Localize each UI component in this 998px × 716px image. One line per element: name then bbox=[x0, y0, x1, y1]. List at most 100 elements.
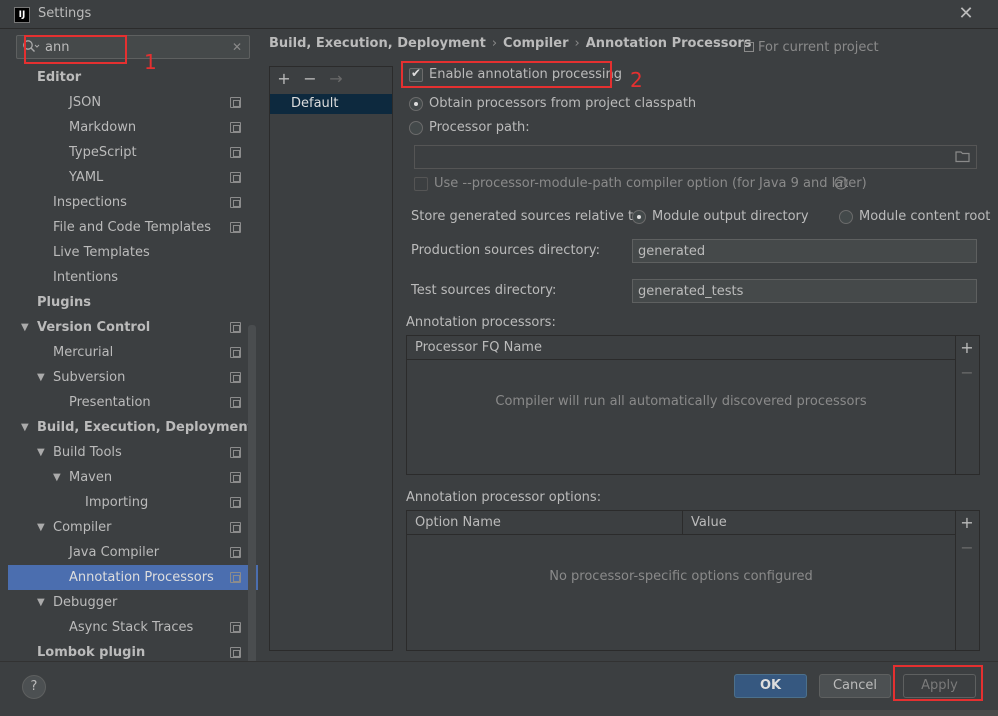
annotation-box-enable bbox=[401, 61, 612, 88]
project-scope-icon bbox=[230, 622, 241, 633]
radio-unselected[interactable] bbox=[409, 121, 423, 135]
sidebar-item-inspections[interactable]: Inspections bbox=[8, 190, 258, 215]
sidebar-item-label: TypeScript bbox=[69, 145, 137, 160]
processor-options-table[interactable]: Option Name Value No processor-specific … bbox=[406, 510, 980, 651]
checkbox-unchecked[interactable] bbox=[414, 177, 428, 191]
sidebar-item-label: Version Control bbox=[37, 320, 151, 335]
move-profile-button[interactable]: → bbox=[326, 69, 346, 89]
sidebar-item-yaml[interactable]: YAML bbox=[8, 165, 258, 190]
sidebar-item-debugger[interactable]: ▼ Debugger bbox=[8, 590, 258, 615]
expand-arrow-icon[interactable]: ▼ bbox=[37, 590, 49, 615]
sidebar-item-build-tools[interactable]: ▼ Build Tools bbox=[8, 440, 258, 465]
sidebar-item-label: Maven bbox=[69, 470, 113, 485]
profiles-toolbar: + − → bbox=[270, 67, 392, 92]
option-value-header[interactable]: Value bbox=[682, 511, 955, 535]
sidebar-item-importing[interactable]: Importing bbox=[8, 490, 258, 515]
breadcrumb-separator: › bbox=[491, 36, 498, 51]
test-dir-input[interactable] bbox=[632, 279, 977, 303]
sidebar-item-label: Presentation bbox=[69, 395, 151, 410]
cancel-button[interactable]: Cancel bbox=[819, 674, 891, 698]
sidebar-item-label: Intentions bbox=[53, 270, 119, 285]
radio-selected[interactable] bbox=[409, 97, 423, 111]
sidebar-item-typescript[interactable]: TypeScript bbox=[8, 140, 258, 165]
sidebar-item-editor[interactable]: Editor bbox=[8, 65, 258, 90]
project-scope-icon bbox=[230, 572, 241, 583]
sidebar-scrollbar[interactable] bbox=[248, 325, 256, 661]
sidebar-item-mercurial[interactable]: Mercurial bbox=[8, 340, 258, 365]
expand-arrow-icon[interactable]: ▼ bbox=[21, 315, 33, 340]
remove-option-button[interactable]: − bbox=[957, 538, 977, 557]
sidebar-item-live-templates[interactable]: Live Templates bbox=[8, 240, 258, 265]
sidebar-item-label: Build Tools bbox=[53, 445, 122, 460]
sidebar-item-json[interactable]: JSON bbox=[8, 90, 258, 115]
sidebar-item-compiler[interactable]: ▼ Compiler bbox=[8, 515, 258, 540]
sidebar-item-label: Compiler bbox=[53, 520, 112, 535]
table-divider bbox=[955, 511, 956, 650]
sidebar-item-label: YAML bbox=[69, 170, 104, 185]
clear-search-icon[interactable]: ✕ bbox=[229, 38, 245, 56]
expand-arrow-icon[interactable]: ▼ bbox=[53, 465, 65, 490]
sidebar-item-maven[interactable]: ▼ Maven bbox=[8, 465, 258, 490]
sidebar-item-label: Plugins bbox=[37, 295, 91, 310]
sidebar-item-intentions[interactable]: Intentions bbox=[8, 265, 258, 290]
profile-default[interactable]: Default bbox=[270, 94, 392, 114]
expand-arrow-icon[interactable]: ▼ bbox=[37, 515, 49, 540]
sidebar-item-label: Markdown bbox=[69, 120, 137, 135]
processor-path-input[interactable] bbox=[414, 145, 977, 169]
sidebar-item-subversion[interactable]: ▼ Subversion bbox=[8, 365, 258, 390]
sidebar-item-lombok-plugin[interactable]: Lombok plugin bbox=[8, 640, 258, 661]
window-title: Settings bbox=[38, 6, 92, 21]
processor-module-path-label: Use --processor-module-path compiler opt… bbox=[434, 176, 867, 191]
project-scope-icon bbox=[230, 197, 241, 208]
project-scope-icon bbox=[230, 447, 241, 458]
sidebar-item-file-and-code-templates[interactable]: File and Code Templates bbox=[8, 215, 258, 240]
sidebar-item-async-stack-traces[interactable]: Async Stack Traces bbox=[8, 615, 258, 640]
annotation-box-apply bbox=[893, 665, 983, 701]
sidebar-item-label: Inspections bbox=[53, 195, 127, 210]
help-button[interactable]: ? bbox=[22, 675, 46, 699]
production-dir-label: Production sources directory: bbox=[411, 243, 600, 258]
module-content-radio[interactable] bbox=[839, 210, 853, 228]
radio-selected[interactable] bbox=[632, 210, 646, 224]
project-scope-icon bbox=[230, 147, 241, 158]
remove-profile-button[interactable]: − bbox=[300, 69, 320, 89]
sidebar-item-annotation-processors[interactable]: Annotation Processors bbox=[8, 565, 258, 590]
option-name-header[interactable]: Option Name bbox=[407, 511, 682, 535]
test-dir-label: Test sources directory: bbox=[411, 283, 557, 298]
sidebar-item-markdown[interactable]: Markdown bbox=[8, 115, 258, 140]
help-icon[interactable]: ? bbox=[834, 176, 848, 190]
expand-arrow-icon[interactable]: ▼ bbox=[37, 365, 49, 390]
add-processor-button[interactable]: + bbox=[957, 338, 977, 357]
sidebar-item-label: JSON bbox=[69, 95, 102, 110]
processor-module-path-checkbox[interactable] bbox=[414, 177, 428, 195]
add-profile-button[interactable]: + bbox=[274, 69, 294, 89]
annotation-processors-title: Annotation processors: bbox=[406, 315, 556, 330]
production-dir-input[interactable] bbox=[632, 239, 977, 263]
ok-button[interactable]: OK bbox=[734, 674, 807, 698]
sidebar-item-presentation[interactable]: Presentation bbox=[8, 390, 258, 415]
expand-arrow-icon[interactable]: ▼ bbox=[21, 415, 33, 440]
sidebar-item-label: Annotation Processors bbox=[69, 570, 214, 585]
obtain-from-classpath-radio[interactable] bbox=[409, 97, 423, 115]
title-bar: IJ Settings ✕ bbox=[0, 0, 998, 29]
annotation-processors-table[interactable]: Processor FQ Name Compiler will run all … bbox=[406, 335, 980, 475]
radio-unselected[interactable] bbox=[839, 210, 853, 224]
sidebar-item-label: Editor bbox=[37, 70, 82, 85]
sidebar-item-version-control[interactable]: ▼ Version Control bbox=[8, 315, 258, 340]
sidebar-item-label: Java Compiler bbox=[69, 545, 160, 560]
dialog-footer: ? OK Cancel Apply bbox=[0, 661, 998, 716]
remove-processor-button[interactable]: − bbox=[957, 363, 977, 382]
sidebar-item-plugins[interactable]: Plugins bbox=[8, 290, 258, 315]
expand-arrow-icon[interactable]: ▼ bbox=[37, 440, 49, 465]
module-output-radio[interactable] bbox=[632, 210, 646, 228]
settings-sidebar: ✕ Editor JSON Markdown TypeScript YAML Inspec… bbox=[8, 29, 258, 661]
processor-fq-name-header[interactable]: Processor FQ Name bbox=[407, 336, 955, 360]
close-icon[interactable]: ✕ bbox=[956, 2, 976, 26]
processor-path-radio[interactable] bbox=[409, 121, 423, 139]
sidebar-item-java-compiler[interactable]: Java Compiler bbox=[8, 540, 258, 565]
folder-icon[interactable] bbox=[955, 150, 971, 163]
settings-tree: Editor JSON Markdown TypeScript YAML Inspecti… bbox=[8, 65, 258, 661]
project-scope-icon bbox=[230, 497, 241, 508]
add-option-button[interactable]: + bbox=[957, 513, 977, 532]
sidebar-item-build-execution-deployment[interactable]: ▼ Build, Execution, Deployment bbox=[8, 415, 258, 440]
